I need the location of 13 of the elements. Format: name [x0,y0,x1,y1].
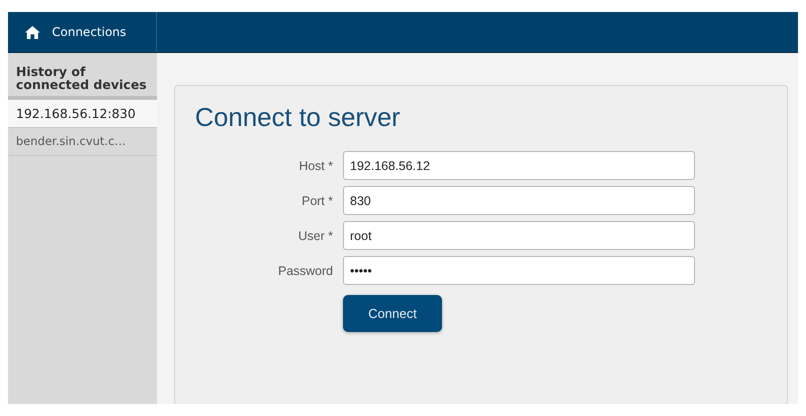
field-label: Password [277,264,333,278]
form-title: Connect to server [195,102,402,133]
input-field[interactable]: root [343,221,695,250]
input-field[interactable]: 830 [343,186,695,215]
input-field[interactable]: 192.168.56.12 [343,151,695,180]
connect-button[interactable]: Connect [343,295,442,332]
nav-title[interactable]: Connections [52,25,126,39]
input-field[interactable]: ••••• [343,256,695,285]
home-icon[interactable] [25,26,40,38]
history-item[interactable]: 192.168.56.12:830 [8,99,157,128]
field-label: User * [297,228,333,242]
field-label: Host * [298,158,333,172]
field-label: Port * [300,194,333,208]
